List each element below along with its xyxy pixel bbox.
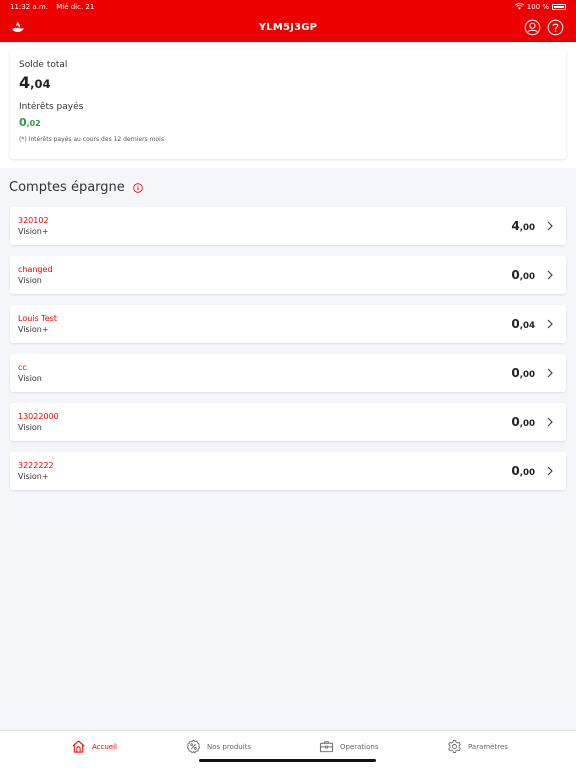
status-right: 100 % <box>514 2 566 11</box>
tab-parametres[interactable]: Paramètres <box>447 739 508 754</box>
chevron-right-icon <box>547 368 553 378</box>
tab-label: Accueil <box>92 742 117 751</box>
user-icon[interactable] <box>524 19 541 36</box>
account-type: Vision+ <box>18 325 49 334</box>
chevron-right-icon <box>547 319 553 329</box>
account-row[interactable]: 320102 Vision+ 4,00 <box>10 207 566 245</box>
status-time: 11:32 a.m. <box>10 2 48 11</box>
tab-accueil[interactable]: Accueil <box>71 739 117 754</box>
account-row[interactable]: Louis Test Vision+ 0,04 <box>10 305 566 343</box>
account-name: Louis Test <box>18 314 57 323</box>
account-row[interactable]: changed Vision 0,00 <box>10 256 566 294</box>
tab-label: Nos produits <box>207 742 252 751</box>
account-balance: 4,00 <box>511 219 535 233</box>
account-balance: 0,00 <box>511 268 535 282</box>
gear-icon <box>448 739 461 754</box>
santander-flame-icon[interactable] <box>11 20 25 34</box>
tab-operations[interactable]: Operations <box>319 739 378 754</box>
percent-icon <box>186 739 201 754</box>
interest-paid-label: Intérêts payés <box>19 102 84 112</box>
tab-label: Operations <box>340 742 379 751</box>
account-type: Vision <box>18 276 42 285</box>
section-title: Comptes épargne <box>9 180 125 195</box>
chevron-right-icon <box>547 221 553 231</box>
account-name: 13022000 <box>18 412 59 421</box>
account-type: Vision <box>18 374 42 383</box>
home-icon <box>72 740 85 753</box>
account-row[interactable]: cc Vision 0,00 <box>10 354 566 392</box>
chevron-right-icon <box>547 417 553 427</box>
help-icon[interactable] <box>547 19 564 36</box>
bottom-tab-bar: Accueil Nos produits Operations Paramètr… <box>0 730 576 768</box>
account-row[interactable]: 3222222 Vision+ 0,00 <box>10 452 566 490</box>
account-name: changed <box>18 265 53 274</box>
status-date: Mié dic. 21 <box>56 2 95 11</box>
tab-label: Paramètres <box>468 742 508 751</box>
chevron-right-icon <box>547 270 553 280</box>
account-type: Vision+ <box>18 472 49 481</box>
chevron-right-icon <box>547 466 553 476</box>
top-nav-bar: YLM5J3GP <box>0 13 576 42</box>
status-bar: 11:32 a.m. Mié dic. 21 100 % <box>0 0 576 13</box>
home-indicator[interactable] <box>199 759 376 762</box>
status-left: 11:32 a.m. Mié dic. 21 <box>10 3 100 11</box>
total-balance-label: Solde total <box>19 60 68 70</box>
account-name: 320102 <box>18 216 49 225</box>
page-title: YLM5J3GP <box>258 22 318 33</box>
battery-icon <box>552 3 566 10</box>
account-name: cc <box>18 363 27 372</box>
balance-summary-card: Solde total 4,04 Intérêts payés 0,02 (*)… <box>10 50 566 159</box>
tab-nos-produits[interactable]: Nos produits <box>186 739 251 754</box>
briefcase-icon <box>319 741 334 753</box>
nav-actions <box>524 19 564 36</box>
interest-paid-value: 0,02 <box>19 116 41 129</box>
account-balance: 0,00 <box>511 415 535 429</box>
account-balance: 0,00 <box>511 366 535 380</box>
battery-percent: 100 % <box>526 2 549 11</box>
savings-section-header: Comptes épargne <box>9 180 143 195</box>
account-type: Vision+ <box>18 227 49 236</box>
wifi-icon <box>514 3 524 10</box>
info-icon[interactable] <box>133 182 143 193</box>
interest-footnote: (*) Intérêts payés au cours des 12 derni… <box>19 136 164 143</box>
account-balance: 0,04 <box>511 317 535 331</box>
account-type: Vision <box>18 423 42 432</box>
account-balance: 0,00 <box>511 464 535 478</box>
total-balance-value: 4,04 <box>19 73 51 92</box>
account-row[interactable]: 13022000 Vision 0,00 <box>10 403 566 441</box>
account-name: 3222222 <box>18 461 54 470</box>
